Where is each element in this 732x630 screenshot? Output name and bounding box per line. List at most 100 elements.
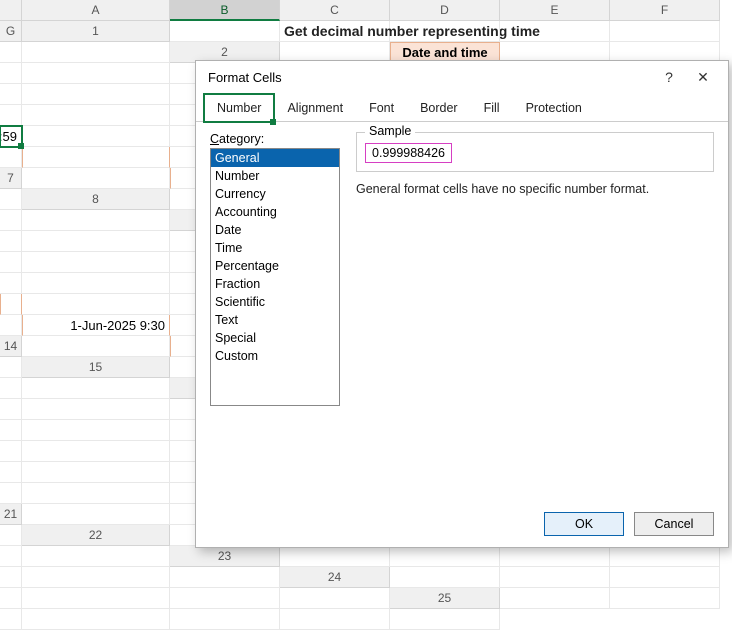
tab-protection[interactable]: Protection xyxy=(513,94,595,122)
cell[interactable] xyxy=(22,273,170,294)
table-cell[interactable] xyxy=(22,147,170,168)
active-cell[interactable]: 23:59:59 xyxy=(0,126,22,147)
row-header[interactable]: 15 xyxy=(22,357,170,378)
category-item[interactable]: Date xyxy=(211,221,339,239)
cell[interactable] xyxy=(22,378,170,399)
cell[interactable] xyxy=(170,21,280,42)
table-cell[interactable] xyxy=(0,294,22,315)
cell[interactable] xyxy=(0,441,22,462)
category-listbox[interactable]: GeneralNumberCurrencyAccountingDateTimeP… xyxy=(210,148,340,406)
tab-border[interactable]: Border xyxy=(407,94,471,122)
column-header[interactable]: F xyxy=(610,0,720,21)
close-button[interactable]: ✕ xyxy=(686,65,720,89)
cell[interactable] xyxy=(500,546,610,567)
row-header[interactable]: 8 xyxy=(22,189,170,210)
row-header[interactable]: 25 xyxy=(390,588,500,609)
row-header[interactable]: 14 xyxy=(0,336,22,357)
row-header[interactable]: 21 xyxy=(0,504,22,525)
cell[interactable] xyxy=(500,588,610,609)
row-header[interactable]: 7 xyxy=(0,168,22,189)
cell[interactable] xyxy=(0,420,22,441)
category-item[interactable]: Custom xyxy=(211,347,339,365)
row-header[interactable]: 1 xyxy=(22,21,170,42)
cell[interactable] xyxy=(0,462,22,483)
category-item[interactable]: Fraction xyxy=(211,275,339,293)
cell[interactable] xyxy=(0,567,22,588)
category-item[interactable]: General xyxy=(211,149,339,167)
table-cell[interactable]: 1-Jun-2025 9:30 xyxy=(22,315,170,336)
category-item[interactable]: Scientific xyxy=(211,293,339,311)
column-header[interactable]: A xyxy=(22,0,170,21)
tab-alignment[interactable]: Alignment xyxy=(274,94,356,122)
column-header[interactable]: G xyxy=(0,21,22,42)
select-all-corner[interactable] xyxy=(0,0,22,21)
cell[interactable] xyxy=(22,462,170,483)
cell[interactable] xyxy=(0,42,22,63)
cell[interactable] xyxy=(0,609,22,630)
cell[interactable] xyxy=(0,273,22,294)
cell[interactable] xyxy=(22,294,170,315)
cell[interactable] xyxy=(500,567,610,588)
cell[interactable] xyxy=(610,546,720,567)
cell[interactable] xyxy=(22,168,170,189)
cell[interactable] xyxy=(22,126,170,147)
cell[interactable] xyxy=(0,84,22,105)
category-item[interactable]: Text xyxy=(211,311,339,329)
cell[interactable] xyxy=(22,210,170,231)
cell[interactable] xyxy=(22,399,170,420)
column-header[interactable]: D xyxy=(390,0,500,21)
category-item[interactable]: Accounting xyxy=(211,203,339,221)
cell[interactable] xyxy=(280,546,390,567)
cell[interactable] xyxy=(170,588,280,609)
category-item[interactable]: Percentage xyxy=(211,257,339,275)
cell[interactable] xyxy=(390,546,500,567)
cell[interactable] xyxy=(0,210,22,231)
category-item[interactable]: Special xyxy=(211,329,339,347)
cell[interactable] xyxy=(0,525,22,546)
dialog-titlebar[interactable]: Format Cells ? ✕ xyxy=(196,61,728,93)
cell[interactable] xyxy=(0,231,22,252)
cell[interactable] xyxy=(0,252,22,273)
cell[interactable] xyxy=(170,567,280,588)
cell[interactable] xyxy=(22,483,170,504)
cell[interactable] xyxy=(22,420,170,441)
cell[interactable] xyxy=(0,63,22,84)
column-header[interactable]: B xyxy=(170,0,280,21)
row-header[interactable]: 22 xyxy=(22,525,170,546)
cancel-button[interactable]: Cancel xyxy=(634,512,714,536)
cell[interactable] xyxy=(280,609,390,630)
ok-button[interactable]: OK xyxy=(544,512,624,536)
cell[interactable] xyxy=(610,21,720,42)
cell[interactable] xyxy=(22,231,170,252)
cell[interactable] xyxy=(0,546,22,567)
cell[interactable] xyxy=(0,399,22,420)
row-header[interactable]: 23 xyxy=(170,546,280,567)
tab-fill[interactable]: Fill xyxy=(471,94,513,122)
cell[interactable] xyxy=(22,567,170,588)
row-header[interactable]: 24 xyxy=(280,567,390,588)
cell[interactable] xyxy=(0,588,22,609)
cell[interactable] xyxy=(22,504,170,525)
category-item[interactable]: Number xyxy=(211,167,339,185)
cell[interactable] xyxy=(22,609,170,630)
cell[interactable] xyxy=(390,567,500,588)
cell[interactable] xyxy=(610,588,720,609)
cell[interactable] xyxy=(170,609,280,630)
page-title[interactable]: Get decimal number representing time xyxy=(280,21,390,42)
cell[interactable] xyxy=(0,483,22,504)
cell[interactable] xyxy=(22,105,170,126)
cell[interactable] xyxy=(0,105,22,126)
cell[interactable] xyxy=(0,357,22,378)
cell[interactable] xyxy=(390,609,500,630)
cell[interactable] xyxy=(22,63,170,84)
cell[interactable] xyxy=(22,84,170,105)
cell[interactable] xyxy=(500,21,610,42)
tab-font[interactable]: Font xyxy=(356,94,407,122)
category-item[interactable]: Time xyxy=(211,239,339,257)
column-header[interactable]: E xyxy=(500,0,610,21)
cell[interactable] xyxy=(22,441,170,462)
cell[interactable] xyxy=(610,567,720,588)
cell[interactable] xyxy=(0,189,22,210)
cell[interactable] xyxy=(280,588,390,609)
column-header[interactable]: C xyxy=(280,0,390,21)
